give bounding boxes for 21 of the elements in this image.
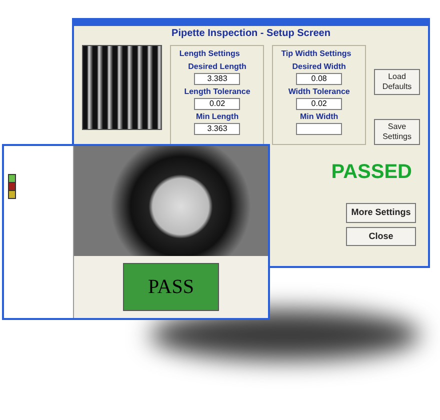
- dialog-button[interactable]: More Settings: [346, 203, 416, 222]
- status-text: PASSED: [331, 160, 412, 185]
- field-label: Min Length: [196, 112, 239, 122]
- value-field[interactable]: 3.363: [194, 123, 240, 135]
- result-text: PASS: [148, 276, 194, 298]
- group-title: Tip Width Settings: [281, 48, 352, 60]
- window-title: Pipette Inspection - Setup Screen: [172, 27, 330, 41]
- field-label: Length Tolerance: [184, 87, 250, 97]
- field-label: Desired Length: [188, 62, 246, 72]
- value-field[interactable]: 3.383: [194, 73, 240, 85]
- field-label: Desired Width: [292, 62, 346, 72]
- value-field[interactable]: 0.02: [296, 98, 342, 110]
- dialog-button[interactable]: Close: [346, 226, 416, 246]
- value-field[interactable]: 0.08: [296, 73, 342, 85]
- field-label: Width Tolerance: [288, 87, 350, 97]
- group-title: Length Settings: [179, 48, 240, 60]
- settings-button[interactable]: Save Settings: [374, 119, 420, 145]
- value-field[interactable]: 0.02: [194, 98, 240, 110]
- value-field[interactable]: [296, 123, 342, 135]
- field-label: Min Width: [300, 112, 338, 122]
- settings-button[interactable]: Load Defaults: [374, 69, 420, 95]
